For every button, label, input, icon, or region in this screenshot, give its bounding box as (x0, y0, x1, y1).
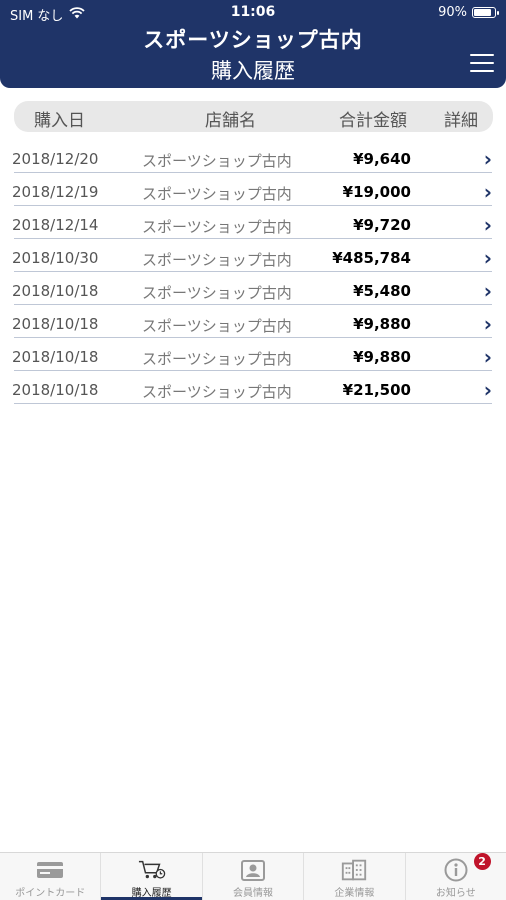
purchase-amount: ¥9,640 (353, 150, 411, 168)
purchase-date: 2018/10/18 (12, 381, 99, 399)
row-divider (14, 403, 492, 404)
row-divider (14, 172, 492, 173)
chevron-right-icon[interactable]: › (484, 213, 492, 237)
tab-label: 企業情報 (334, 888, 375, 899)
chevron-right-icon[interactable]: › (484, 345, 492, 369)
app-title: スポーツショップ古内 (143, 28, 363, 52)
status-bar: SIM なし 11:06 90% (0, 0, 506, 26)
purchase-row[interactable]: 2018/12/14 スポーツショップ古内 ¥9,720 › (0, 209, 506, 242)
app-header: SIM なし 11:06 90% スポーツショップ古内 購入履歴 (0, 0, 506, 88)
page-title: 購入履歴 (211, 59, 295, 83)
info-icon (442, 858, 470, 882)
purchase-row[interactable]: 2018/10/18 スポーツショップ古内 ¥5,480 › (0, 275, 506, 308)
row-divider (14, 304, 492, 305)
purchase-amount: ¥9,720 (353, 216, 411, 234)
chevron-right-icon[interactable]: › (484, 246, 492, 270)
row-divider (14, 337, 492, 338)
store-name: スポーツショップ古内 (142, 317, 292, 335)
status-time: 11:06 (230, 4, 276, 20)
status-right: 90% (438, 5, 499, 20)
header-detail: 詳細 (444, 111, 478, 131)
row-divider (14, 370, 492, 371)
tab-notifications[interactable]: 2 お知らせ (406, 853, 506, 900)
tab-label: 購入履歴 (131, 888, 172, 899)
tab-label: 会員情報 (233, 888, 274, 899)
purchase-row[interactable]: 2018/10/18 スポーツショップ古内 ¥9,880 › (0, 308, 506, 341)
purchase-date: 2018/10/30 (12, 249, 99, 267)
building-icon (340, 858, 368, 882)
purchase-date: 2018/10/18 (12, 348, 99, 366)
purchase-list: 2018/12/20 スポーツショップ古内 ¥9,640 › 2018/12/1… (0, 143, 506, 407)
tab-purchase-history[interactable]: 購入履歴 (101, 853, 203, 900)
purchase-amount: ¥9,880 (353, 348, 411, 366)
battery-icon (472, 7, 499, 18)
point-card-icon (36, 858, 64, 882)
purchase-date: 2018/10/18 (12, 282, 99, 300)
purchase-amount: ¥19,000 (342, 183, 411, 201)
purchase-date: 2018/12/19 (12, 183, 99, 201)
hamburger-menu-icon[interactable] (470, 54, 494, 74)
notification-badge: 2 (473, 853, 491, 870)
cart-history-icon (138, 858, 166, 882)
battery-fill (474, 9, 491, 16)
header-date: 購入日 (34, 111, 85, 131)
purchase-date: 2018/12/20 (12, 150, 99, 168)
tab-bar: ポイントカード 購入履歴 会員情報 企業情報 2 お知らせ (0, 852, 506, 900)
battery-percent: 90% (438, 5, 467, 20)
purchase-amount: ¥9,880 (353, 315, 411, 333)
tab-label: お知らせ (435, 888, 476, 899)
row-divider (14, 205, 492, 206)
header-total: 合計金額 (339, 111, 407, 131)
row-divider (14, 271, 492, 272)
purchase-row[interactable]: 2018/12/20 スポーツショップ古内 ¥9,640 › (0, 143, 506, 176)
store-name: スポーツショップ古内 (142, 185, 292, 203)
purchase-date: 2018/12/14 (12, 216, 99, 234)
store-name: スポーツショップ古内 (142, 152, 292, 170)
purchase-row[interactable]: 2018/10/18 スポーツショップ古内 ¥9,880 › (0, 341, 506, 374)
row-divider (14, 238, 492, 239)
purchase-amount: ¥21,500 (342, 381, 411, 399)
purchase-date: 2018/10/18 (12, 315, 99, 333)
store-name: スポーツショップ古内 (142, 383, 292, 401)
member-id-icon (239, 858, 267, 882)
tab-company-info[interactable]: 企業情報 (304, 853, 406, 900)
chevron-right-icon[interactable]: › (484, 378, 492, 402)
purchase-row[interactable]: 2018/12/19 スポーツショップ古内 ¥19,000 › (0, 176, 506, 209)
tab-label: ポイントカード (15, 888, 86, 899)
header-store: 店舗名 (205, 111, 256, 131)
chevron-right-icon[interactable]: › (484, 180, 492, 204)
tab-point-card[interactable]: ポイントカード (0, 853, 102, 900)
purchase-row[interactable]: 2018/10/18 スポーツショップ古内 ¥21,500 › (0, 374, 506, 407)
chevron-right-icon[interactable]: › (484, 147, 492, 171)
store-name: スポーツショップ古内 (142, 284, 292, 302)
table-header: 購入日 店舗名 合計金額 詳細 (14, 101, 493, 132)
purchase-amount: ¥485,784 (332, 249, 411, 267)
chevron-right-icon[interactable]: › (484, 279, 492, 303)
chevron-right-icon[interactable]: › (484, 312, 492, 336)
store-name: スポーツショップ古内 (142, 251, 292, 269)
store-name: スポーツショップ古内 (142, 218, 292, 236)
store-name: スポーツショップ古内 (142, 350, 292, 368)
purchase-amount: ¥5,480 (353, 282, 411, 300)
purchase-row[interactable]: 2018/10/30 スポーツショップ古内 ¥485,784 › (0, 242, 506, 275)
tab-member-info[interactable]: 会員情報 (203, 853, 305, 900)
